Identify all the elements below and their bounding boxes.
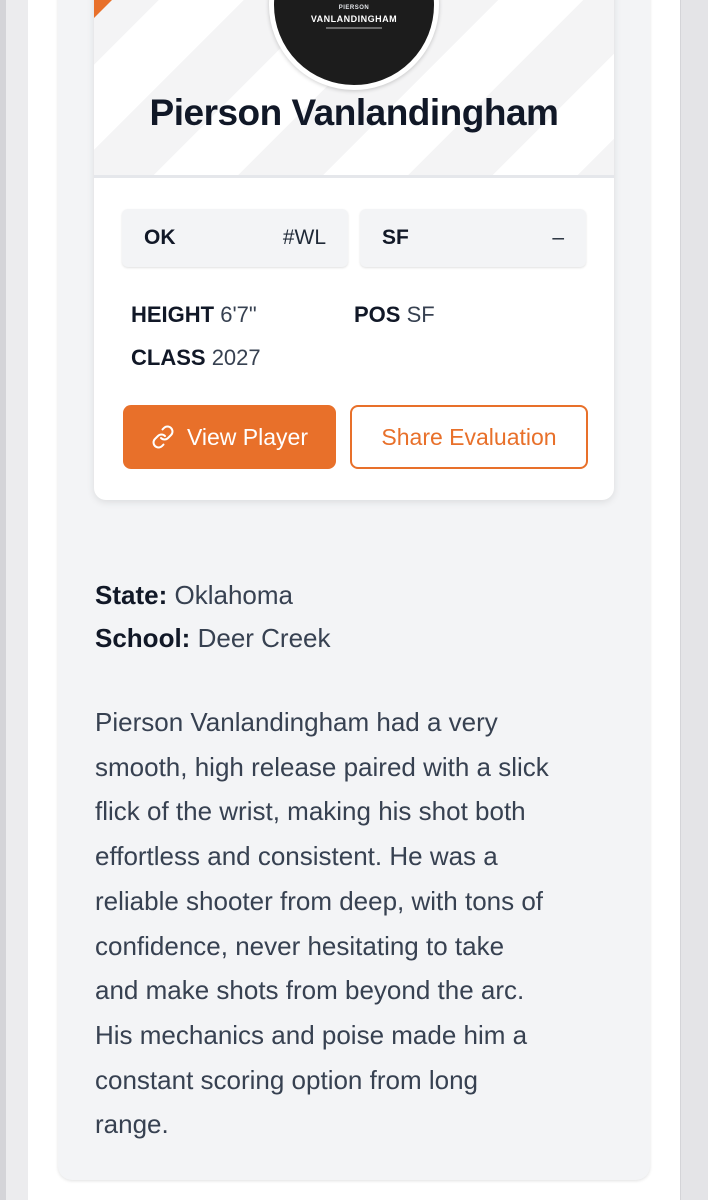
evaluation-line: range.	[95, 1109, 169, 1140]
evaluation-line: smooth, high release paired with a slick	[95, 751, 549, 782]
position-rank-chip: SF –	[360, 209, 586, 267]
class-label: CLASS	[131, 345, 206, 370]
corner-accent	[94, 0, 132, 18]
evaluation-text: Pierson Vanlandingham had a very smooth,…	[95, 700, 625, 1147]
pos-label: POS	[354, 302, 401, 327]
view-player-label: View Player	[186, 423, 309, 450]
state-rank-chip: OK #WL	[122, 209, 348, 267]
link-icon	[152, 425, 174, 449]
window-edge-right	[680, 0, 708, 1200]
evaluation-line: reliable shooter from deep, with tons of	[95, 885, 544, 916]
chip-position-rank: –	[552, 226, 564, 249]
evaluation-line: Pierson Vanlandingham had a very	[95, 707, 498, 737]
share-evaluation-button[interactable]: Share Evaluation	[350, 405, 588, 469]
state-label: State:	[95, 580, 168, 610]
player-card-header: PIERSON VANLANDINGHAM Pierson Vanlanding…	[94, 0, 614, 178]
player-name: Pierson Vanlandingham	[149, 92, 559, 133]
position-stat: POS SF	[354, 302, 435, 328]
school-line: School: Deer Creek	[95, 623, 331, 654]
avatar-caption-last: VANLANDINGHAM	[310, 14, 398, 24]
school-label: School:	[95, 623, 191, 653]
height-value: 6'7"	[220, 302, 257, 327]
state-value: Oklahoma	[174, 580, 293, 610]
evaluation-line: His mechanics and poise made him a	[95, 1019, 528, 1050]
window-edge-left	[0, 0, 6, 1200]
school-value: Deer Creek	[197, 623, 331, 653]
height-stat: HEIGHT 6'7"	[131, 302, 257, 328]
player-avatar: PIERSON VANLANDINGHAM	[269, 0, 439, 90]
evaluation-line: and make shots from beyond the arc.	[95, 975, 525, 1006]
evaluation-line: constant scoring option from long	[95, 1064, 478, 1095]
player-card: PIERSON VANLANDINGHAM Pierson Vanlanding…	[94, 0, 614, 500]
state-line: State: Oklahoma	[95, 580, 293, 611]
avatar-caption-first: PIERSON	[338, 5, 370, 11]
chip-position: SF	[382, 226, 409, 249]
share-evaluation-label: Share Evaluation	[381, 423, 557, 450]
class-value: 2027	[211, 345, 261, 370]
height-label: HEIGHT	[131, 302, 215, 327]
class-stat: CLASS 2027	[131, 345, 261, 371]
chip-rank: #WL	[282, 226, 326, 249]
pos-value: SF	[406, 302, 435, 327]
avatar-caption-divider	[326, 27, 382, 29]
evaluation-line: effortless and consistent. He was a	[95, 841, 498, 872]
evaluation-line: confidence, never hesitating to take	[95, 930, 505, 961]
view-player-button[interactable]: View Player	[123, 405, 336, 469]
chip-state: OK	[144, 226, 176, 249]
evaluation-line: flick of the wrist, making his shot both	[95, 796, 526, 827]
